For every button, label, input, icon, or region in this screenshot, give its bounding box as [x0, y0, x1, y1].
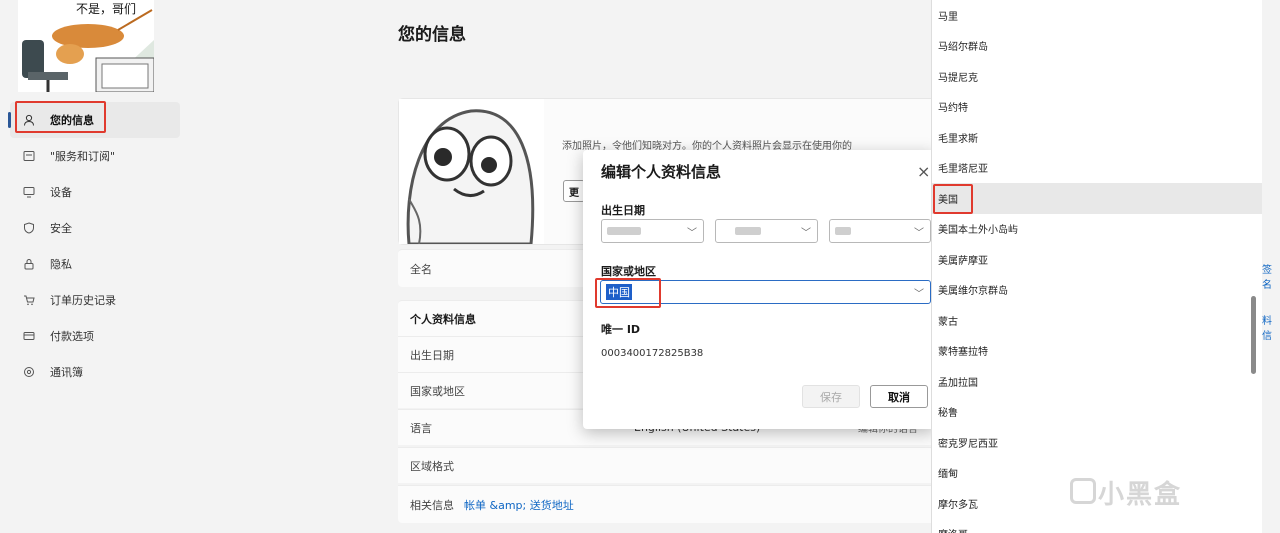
- sidebar-item-privacy[interactable]: 隐私: [10, 246, 180, 282]
- cart-icon: [22, 293, 36, 307]
- close-icon[interactable]: ×: [917, 162, 930, 181]
- list-item-selected[interactable]: 美国: [932, 183, 1262, 214]
- fullname-label: 全名: [410, 262, 432, 276]
- sidebar: 您的信息 "服务和订阅" 设备 安全 隐私 订单历史记录 付款选项 通讯簿: [8, 102, 180, 390]
- watermark-logo-icon: [1070, 478, 1096, 504]
- list-item[interactable]: 蒙古: [932, 305, 1262, 336]
- sidebar-item-label: 订单历史记录: [50, 294, 116, 307]
- location-icon: [22, 365, 36, 379]
- list-item[interactable]: 马绍尔群岛: [932, 31, 1262, 62]
- row-label: 国家或地区: [410, 384, 465, 398]
- chevron-down-icon: ﹀: [914, 228, 924, 239]
- save-button[interactable]: 保存: [802, 385, 860, 408]
- list-item[interactable]: 马里: [932, 0, 1262, 31]
- highlight-box-country: [595, 278, 661, 308]
- scrollbar-thumb[interactable]: [1251, 296, 1256, 374]
- list-item[interactable]: 摩洛哥: [932, 519, 1262, 533]
- sidebar-item-label: "服务和订阅": [50, 150, 116, 163]
- redacted-value: [835, 227, 851, 235]
- redacted-value: [735, 227, 761, 235]
- birthdate-label: 出生日期: [601, 204, 645, 217]
- list-item[interactable]: 美属维尔京群岛: [932, 275, 1262, 306]
- highlight-box-your-info: [15, 101, 106, 133]
- list-item[interactable]: 孟加拉国: [932, 366, 1262, 397]
- birth-day-select[interactable]: ﹀: [829, 219, 931, 243]
- list-item[interactable]: 马提尼克: [932, 61, 1262, 92]
- related-label: 相关信息: [410, 498, 454, 512]
- row-label: 语言: [410, 421, 432, 435]
- active-indicator: [8, 112, 11, 128]
- sidebar-item-services-subscriptions[interactable]: "服务和订阅": [10, 138, 180, 174]
- country-label: 国家或地区: [601, 265, 656, 278]
- unique-id-label: 唯一 ID: [601, 323, 641, 336]
- list-item[interactable]: 蒙特塞拉特: [932, 336, 1262, 367]
- edit-profile-link[interactable]: 料信: [1262, 312, 1280, 342]
- cancel-button[interactable]: 取消: [870, 385, 928, 408]
- sidebar-item-label: 安全: [50, 222, 72, 235]
- sidebar-item-payment-options[interactable]: 付款选项: [10, 318, 180, 354]
- watermark-text: 小黑盒: [1098, 480, 1183, 510]
- dialog-title: 编辑个人资料信息: [601, 163, 722, 181]
- lock-icon: [22, 257, 36, 271]
- row-label: 个人资料信息: [410, 312, 476, 326]
- sidebar-item-address-book[interactable]: 通讯簿: [10, 354, 180, 390]
- list-item[interactable]: 摩尔多瓦: [932, 488, 1262, 519]
- subscription-icon: [22, 149, 36, 163]
- sidebar-item-label: 通讯簿: [50, 366, 83, 379]
- sidebar-item-label: 隐私: [50, 258, 72, 271]
- redacted-value: [607, 227, 641, 235]
- list-item[interactable]: 毛里求斯: [932, 122, 1262, 153]
- sidebar-item-devices[interactable]: 设备: [10, 174, 180, 210]
- list-item[interactable]: 美国本土外小岛屿: [932, 214, 1262, 245]
- chevron-down-icon: ﹀: [801, 228, 811, 239]
- chevron-down-icon: ﹀: [914, 289, 924, 300]
- list-item[interactable]: 缅甸: [932, 458, 1262, 489]
- sidebar-item-label: 付款选项: [50, 330, 94, 343]
- row-label: 区域格式: [410, 459, 454, 473]
- birth-month-select[interactable]: ﹀: [715, 219, 818, 243]
- billing-shipping-link[interactable]: 帐单 &amp; 送货地址: [464, 497, 574, 513]
- edit-name-link[interactable]: 签名: [1262, 261, 1280, 291]
- list-item[interactable]: 毛里塔尼亚: [932, 153, 1262, 184]
- avatar: 不是，哥们: [18, 0, 154, 92]
- sidebar-item-security[interactable]: 安全: [10, 210, 180, 246]
- shield-icon: [22, 221, 36, 235]
- sidebar-item-order-history[interactable]: 订单历史记录: [10, 282, 180, 318]
- country-dropdown-list[interactable]: 马里 马绍尔群岛 马提尼克 马约特 毛里求斯 毛里塔尼亚 美国 美国本土外小岛屿…: [931, 0, 1262, 533]
- list-item[interactable]: 密克罗尼西亚: [932, 427, 1262, 458]
- card-icon: [22, 329, 36, 343]
- birth-year-select[interactable]: ﹀: [601, 219, 704, 243]
- meme-caption: 不是，哥们: [76, 2, 137, 16]
- sidebar-item-label: 设备: [50, 186, 72, 199]
- info-row-region-format: 区域格式: [398, 447, 958, 483]
- chevron-down-icon: ﹀: [687, 228, 697, 239]
- page-title: 您的信息: [398, 25, 466, 45]
- related-info-row: 相关信息 帐单 &amp; 送货地址: [398, 485, 958, 523]
- list-item[interactable]: 马约特: [932, 92, 1262, 123]
- list-item[interactable]: 秘鲁: [932, 397, 1262, 428]
- device-icon: [22, 185, 36, 199]
- row-label: 出生日期: [410, 348, 454, 362]
- change-photo-button[interactable]: 更: [563, 180, 585, 202]
- highlight-box-usa: [933, 184, 973, 214]
- unique-id-value: 0003400172825B38: [601, 348, 704, 359]
- profile-picture: [399, 99, 544, 244]
- list-item[interactable]: 美属萨摩亚: [932, 244, 1262, 275]
